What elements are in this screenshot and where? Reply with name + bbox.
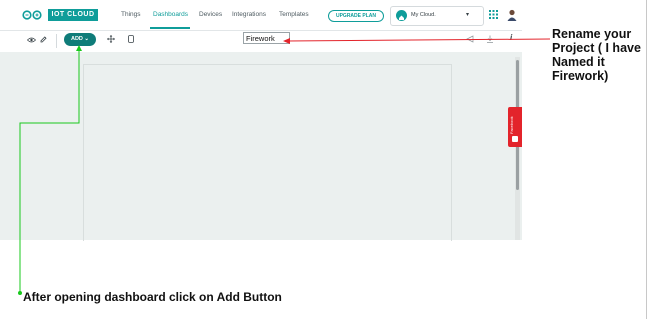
add-button-annotation: After opening dashboard click on Add But… xyxy=(23,290,282,304)
red-arrowhead xyxy=(283,38,290,44)
green-arrowhead xyxy=(76,45,82,51)
green-dot xyxy=(18,291,22,295)
green-annotation-line xyxy=(19,49,80,292)
red-annotation-line xyxy=(286,38,551,42)
rename-annotation: Rename your Project ( I have Named it Fi… xyxy=(552,27,641,83)
